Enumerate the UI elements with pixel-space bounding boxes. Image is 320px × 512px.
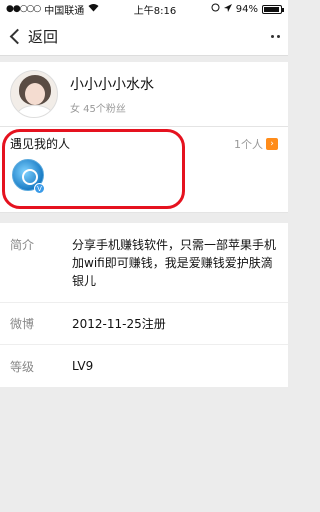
status-time: 上午8:16: [133, 5, 177, 17]
intro-value: 分享手机赚钱软件，只需一部苹果手机加wifi即可赚钱，我是爱赚钱爱护肤滴银儿: [72, 238, 277, 288]
back-button[interactable]: 返回: [8, 26, 58, 47]
battery-icon: [262, 4, 284, 14]
weibo-label: 微博: [10, 317, 35, 331]
profile-info: 小小小小水水 女 45个粉丝: [70, 74, 154, 115]
arrow-right-icon: ›: [266, 137, 278, 150]
nav-bar: 返回: [0, 18, 288, 56]
wifi-icon: [88, 3, 99, 15]
met-header: 遇见我的人 1个人 ›: [0, 127, 288, 152]
level-label: 等级: [10, 359, 35, 374]
profile-meta: 女 45个粉丝: [70, 103, 126, 115]
verified-badge-icon: V: [34, 183, 45, 194]
weibo-value: 2012-11-25注册: [72, 316, 166, 331]
met-count-label: 1个人: [234, 137, 263, 151]
weibo-row: 微博 2012-11-25注册: [0, 303, 288, 345]
battery-fill: [264, 6, 280, 12]
carrier-label: 中国联通: [44, 5, 85, 17]
signal-dots-icon: ●●○○○: [6, 4, 41, 14]
avatar[interactable]: [10, 70, 58, 118]
met-count[interactable]: 1个人 ›: [234, 136, 278, 152]
status-left: ●●○○○ 中国联通: [6, 2, 99, 17]
profile-header[interactable]: 小小小小水水 女 45个粉丝: [0, 62, 288, 127]
back-chevron-icon: [9, 28, 26, 45]
status-right: 94%: [211, 3, 284, 15]
rotation-lock-icon: [211, 3, 220, 15]
nickname: 小小小小水水: [70, 76, 154, 93]
level-value: LV9: [72, 359, 94, 373]
met-section[interactable]: 遇见我的人 1个人 › V: [0, 127, 288, 213]
info-list: 简介 分享手机赚钱软件，只需一部苹果手机加wifi即可赚钱，我是爱赚钱爱护肤滴银…: [0, 223, 288, 387]
battery-percent: 94%: [235, 3, 258, 15]
location-icon: [223, 3, 232, 15]
level-row: 等级 LV9: [0, 345, 288, 387]
met-title: 遇见我的人: [10, 137, 71, 151]
intro-row: 简介 分享手机赚钱软件，只需一部苹果手机加wifi即可赚钱，我是爱赚钱爱护肤滴银…: [0, 223, 288, 303]
back-label: 返回: [28, 28, 59, 46]
more-icon[interactable]: [271, 35, 280, 38]
status-bar: ●●○○○ 中国联通 上午8:16 94%: [0, 0, 288, 18]
intro-label: 简介: [10, 238, 35, 252]
